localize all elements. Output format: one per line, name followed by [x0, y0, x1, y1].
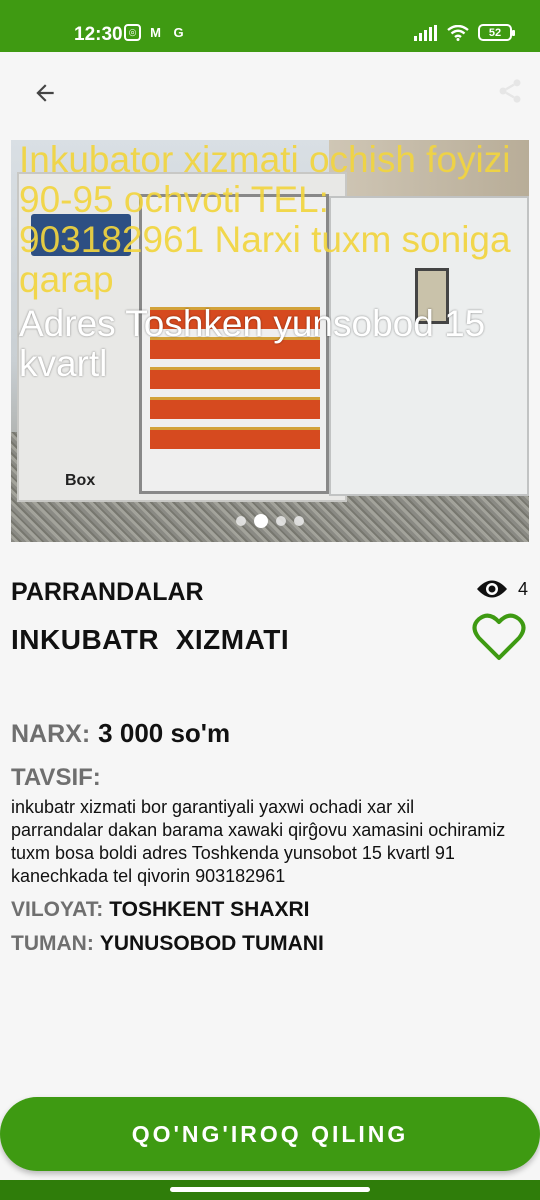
arrow-back-icon — [36, 84, 54, 102]
photo-text-yellow: Inkubator xizmati ochish foyizi 90-95 oc… — [19, 140, 511, 300]
gesture-handle[interactable] — [170, 1187, 370, 1192]
photo-text-white: Adres Toshken yunsobod 15 kvartl — [19, 303, 486, 384]
carousel-indicators — [11, 514, 529, 528]
gmail-icon: M — [150, 25, 161, 40]
region-label: VILOYAT: — [11, 898, 104, 921]
call-button[interactable]: QO'NG'IROQ QILING — [0, 1097, 540, 1171]
wifi-icon — [447, 24, 469, 41]
eye-icon — [476, 580, 507, 598]
instagram-icon: ◎ — [124, 24, 141, 41]
view-count: 4 — [476, 578, 528, 600]
signal-icon — [414, 24, 437, 41]
carousel-dot-3[interactable] — [276, 516, 286, 526]
region-value: TOSHKENT SHAXRI — [109, 898, 310, 921]
battery-icon: 52 — [478, 24, 515, 41]
notification-icons: ◎ M G — [124, 24, 187, 41]
carousel-dot-1[interactable] — [236, 516, 246, 526]
district-value: YUNUSOBOD TUMANI — [99, 932, 324, 955]
listing-title: INKUBATR XIZMATI — [11, 624, 290, 655]
price-label: NARX: — [11, 720, 91, 748]
carousel-dot-4[interactable] — [294, 516, 304, 526]
price-value: 3 000 so'm — [98, 718, 231, 748]
favorite-button[interactable] — [472, 612, 526, 664]
status-bar: 12:30 ◎ M G 52 — [0, 0, 540, 52]
heart-outline-icon — [472, 613, 526, 660]
view-count-value: 4 — [517, 578, 528, 599]
egg-tray — [150, 427, 320, 449]
region-row: VILOYAT: TOSHKENT SHAXRI — [11, 898, 310, 922]
district-label: TUMAN: — [11, 932, 94, 955]
system-icons: 52 — [414, 24, 515, 41]
share-button[interactable] — [490, 70, 530, 112]
district-row: TUMAN: YUNUSOBOD TUMANI — [11, 932, 324, 956]
top-app-bar — [0, 52, 540, 132]
description-label: TAVSIF: — [11, 764, 101, 791]
share-icon — [499, 79, 521, 103]
google-icon: G — [173, 25, 184, 40]
listing-category: PARRANDALAR — [11, 578, 204, 606]
brand-logo: Box — [65, 472, 96, 489]
status-time: 12:30 — [74, 24, 123, 45]
system-navigation-bar — [0, 1180, 540, 1200]
photo-overlay-text: Inkubator xizmati ochish foyizi 90-95 oc… — [19, 140, 524, 384]
price-row: NARX: 3 000 so'm — [11, 718, 230, 749]
battery-level: 52 — [488, 26, 502, 39]
egg-tray — [150, 397, 320, 419]
description-text: inkubatr xizmati bor garantiyali yaxwi o… — [11, 797, 506, 886]
carousel-dot-2[interactable] — [254, 514, 268, 528]
back-button[interactable] — [24, 72, 66, 114]
listing-photo-carousel[interactable]: Box Inkubator xizmati ochish foyizi 90-9… — [11, 140, 529, 542]
